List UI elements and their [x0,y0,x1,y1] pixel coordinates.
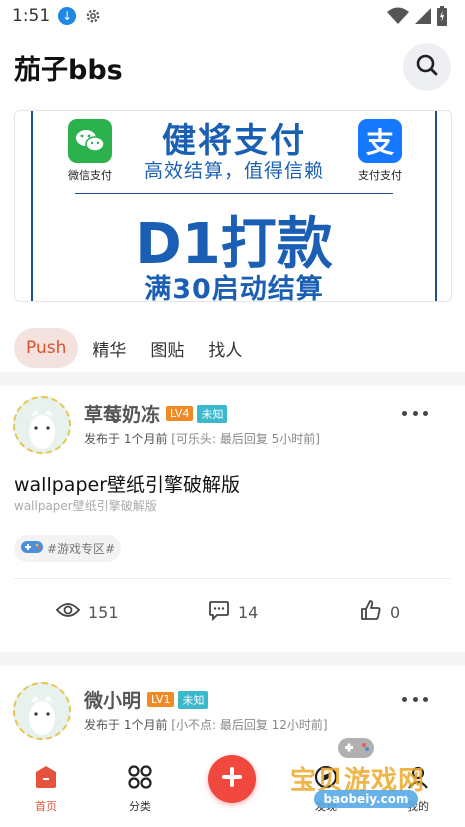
tab-image-posts[interactable]: 图贴 [150,328,184,368]
gamepad-icon [20,539,44,559]
grid-icon [127,765,153,794]
views-count: 151 [88,602,119,622]
last-reply-info: [小不点: 最后回复 12小时前] [171,718,328,732]
wifi-icon [387,7,409,29]
post-meta: 发布于 1个月前 [可乐头: 最后回复 5小时前] [84,430,320,447]
tab-push[interactable]: Push [14,328,79,368]
home-icon [33,766,59,794]
comment-icon [208,599,230,625]
wechat-pay-logo: 微信支付 [55,119,125,183]
topic-chip[interactable]: #游戏专区# [14,535,122,562]
create-post-button[interactable] [208,755,256,803]
post-time: 发布于 1个月前 [84,432,168,446]
watermark: 宝贝游戏网 baobeiy.com [284,732,444,827]
status-bar: 1:51 ↓ [0,0,465,32]
tab-find-people[interactable]: 找人 [208,328,242,368]
watermark-url: baobeiy.com [314,790,418,808]
alipay-logo: 支 支付支付 [345,119,415,183]
banner-bottom-text: 满30启动结算 [144,274,324,302]
likes-count: 0 [390,602,401,622]
comments-stat[interactable]: 14 [208,592,258,632]
app-title: 茄子bbs [14,55,123,86]
status-time: 1:51 [12,6,51,26]
post-title[interactable]: wallpaper壁纸引擎破解版 [14,470,240,497]
avatar[interactable] [13,682,71,740]
level-badge: LV1 [147,692,175,707]
nav-home[interactable]: 首页 [16,764,76,814]
banner-divider [75,193,393,194]
nav-categories[interactable]: 分类 [110,764,170,814]
avatar[interactable] [13,396,71,454]
section-separator [0,652,465,666]
nav-home-label: 首页 [35,800,57,813]
search-button[interactable] [403,43,451,91]
tab-featured[interactable]: 精华 [92,328,126,368]
plus-icon [220,765,244,793]
post-divider [14,578,451,579]
post-summary: wallpaper壁纸引擎破解版 [14,499,157,513]
section-separator [0,372,465,386]
feed-tabs: Push 精华 图贴 找人 [14,328,266,368]
battery-icon [437,6,447,30]
ad-banner[interactable]: 健将支付 高效结算，值得信赖 D1打款 满30启动结算 微信支付 支 支付支付 [14,110,452,302]
eye-icon [55,601,81,623]
topic-label: #游戏专区# [47,542,116,556]
wechat-pay-caption: 微信支付 [68,169,112,182]
views-stat: 151 [55,592,119,632]
more-options-button[interactable] [402,406,428,420]
post-time: 发布于 1个月前 [84,718,168,732]
thumbs-up-icon [360,599,382,625]
status-badge: 未知 [178,690,209,709]
wechat-icon [68,119,112,163]
last-reply-info: [可乐头: 最后回复 5小时前] [171,432,320,446]
nav-categories-label: 分类 [129,800,151,813]
likes-stat[interactable]: 0 [360,592,400,632]
author-row: 草莓奶冻 LV4 未知 [84,400,228,427]
search-icon [415,53,439,81]
alipay-caption: 支付支付 [358,169,402,182]
alipay-icon: 支 [358,119,402,163]
gear-icon [84,7,102,25]
post-meta: 发布于 1个月前 [小不点: 最后回复 12小时前] [84,716,328,733]
download-icon: ↓ [58,7,77,25]
post-card[interactable]: 草莓奶冻 LV4 未知 发布于 1个月前 [可乐头: 最后回复 5小时前] wa… [0,396,465,646]
author-name[interactable]: 微小明 [84,686,141,713]
author-name[interactable]: 草莓奶冻 [84,400,160,427]
level-badge: LV4 [166,406,194,421]
app-header: 茄子bbs [0,38,465,94]
more-options-button[interactable] [402,692,428,706]
author-row: 微小明 LV1 未知 [84,686,209,713]
signal-icon [415,7,431,29]
status-badge: 未知 [197,404,228,423]
post-stats: 151 14 0 [0,592,465,632]
comments-count: 14 [238,602,259,622]
